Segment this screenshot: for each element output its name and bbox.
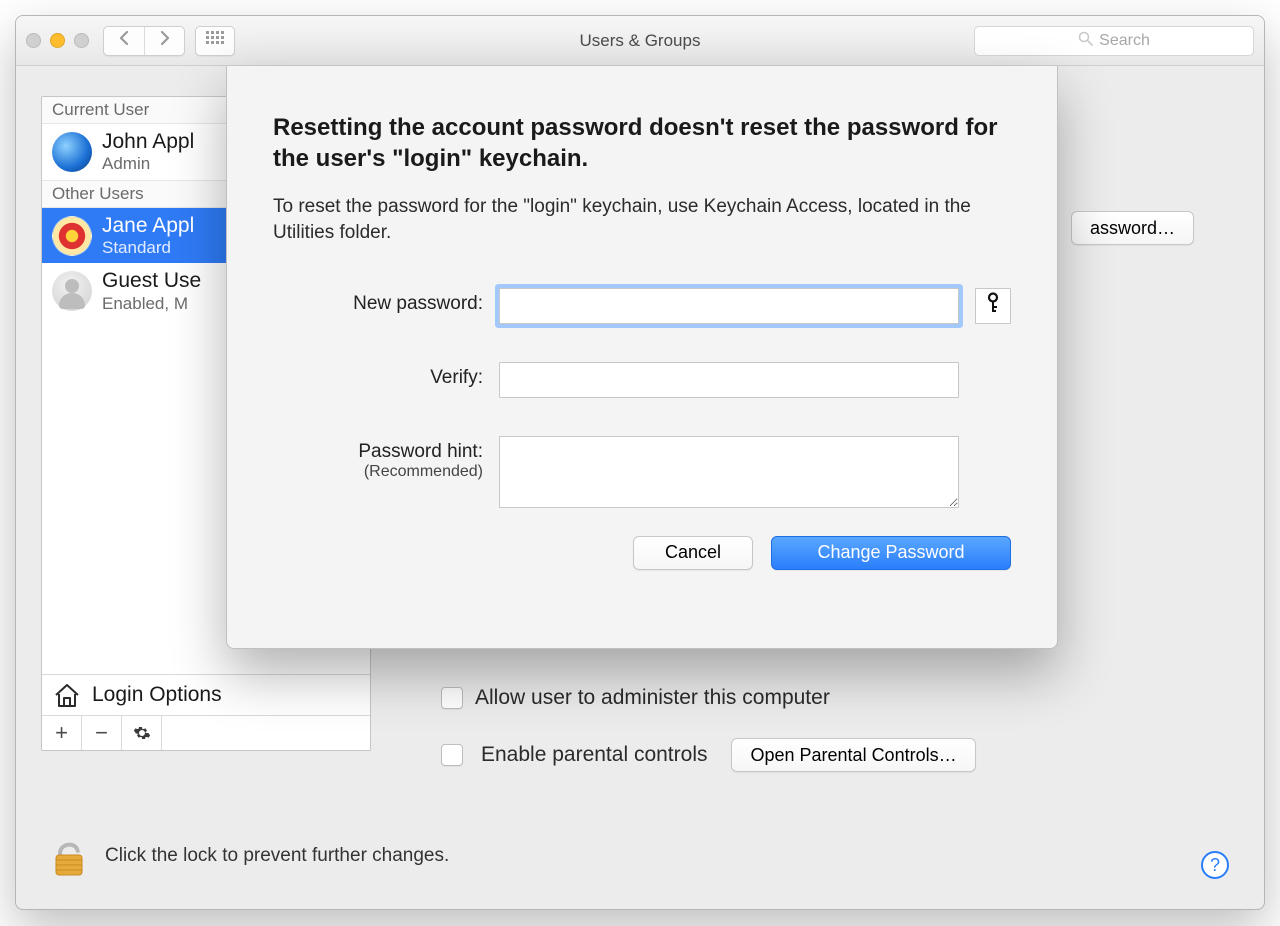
search-placeholder: Search <box>1099 32 1150 50</box>
user-name: Guest Use <box>102 269 201 293</box>
minimize-window-button[interactable] <box>50 33 65 48</box>
parental-checkbox[interactable] <box>441 744 463 766</box>
search-icon <box>1078 31 1093 51</box>
avatar-icon <box>52 132 92 172</box>
reset-password-sheet: Resetting the account password doesn't r… <box>226 66 1058 649</box>
chevron-right-icon <box>159 30 171 51</box>
user-role: Standard <box>102 238 194 258</box>
grid-icon <box>206 31 224 50</box>
user-actions-menu[interactable] <box>122 716 162 750</box>
cancel-button-label: Cancel <box>665 542 721 563</box>
titlebar: Users & Groups Search <box>16 16 1264 66</box>
zoom-window-button[interactable] <box>74 33 89 48</box>
nav-back-forward <box>103 26 185 56</box>
cancel-button[interactable]: Cancel <box>633 536 753 570</box>
close-window-button[interactable] <box>26 33 41 48</box>
sheet-heading: Resetting the account password doesn't r… <box>273 112 1011 174</box>
login-options-label: Login Options <box>92 683 222 707</box>
new-password-label: New password: <box>273 288 483 315</box>
chevron-left-icon <box>118 30 130 51</box>
remove-user-button[interactable]: − <box>82 716 122 750</box>
user-role: Admin <box>102 154 194 174</box>
new-password-input[interactable] <box>499 288 959 324</box>
reset-password-label: assword… <box>1090 218 1175 239</box>
help-icon: ? <box>1210 855 1220 876</box>
change-password-button[interactable]: Change Password <box>771 536 1011 570</box>
parental-checkbox-label: Enable parental controls <box>481 743 707 767</box>
admin-checkbox[interactable] <box>441 687 463 709</box>
user-name: Jane Appl <box>102 214 194 238</box>
verify-password-label: Verify: <box>273 362 483 389</box>
change-password-button-label: Change Password <box>817 542 964 563</box>
password-hint-input[interactable] <box>499 436 959 508</box>
new-password-row: New password: <box>273 288 1011 324</box>
lock-icon[interactable] <box>51 833 87 879</box>
parental-controls-row: Enable parental controls Open Parental C… <box>441 738 1194 772</box>
avatar-icon <box>52 271 92 311</box>
admin-checkbox-row: Allow user to administer this computer <box>441 686 1194 710</box>
avatar-icon <box>52 216 92 256</box>
login-options-row[interactable]: Login Options <box>42 674 370 715</box>
user-role: Enabled, M <box>102 294 201 314</box>
help-button[interactable]: ? <box>1201 851 1229 879</box>
search-field[interactable]: Search <box>974 26 1254 56</box>
password-assistant-button[interactable] <box>975 288 1011 324</box>
sheet-actions: Cancel Change Password <box>273 536 1011 570</box>
gear-icon <box>133 724 151 742</box>
lock-row: Click the lock to prevent further change… <box>51 833 1229 879</box>
verify-password-row: Verify: <box>273 362 1011 398</box>
home-icon <box>52 681 82 709</box>
verify-password-input[interactable] <box>499 362 959 398</box>
sidebar-bottom-bar: + − <box>42 715 370 750</box>
sheet-description: To reset the password for the "login" ke… <box>273 194 1011 245</box>
password-hint-label: Password hint: (Recommended) <box>273 436 483 481</box>
preferences-window: Users & Groups Search Current User John … <box>15 15 1265 910</box>
traffic-lights <box>26 33 89 48</box>
admin-checkbox-label: Allow user to administer this computer <box>475 686 830 710</box>
show-all-button[interactable] <box>195 26 235 56</box>
key-icon <box>985 292 1001 319</box>
open-parental-controls-button[interactable]: Open Parental Controls… <box>731 738 975 772</box>
password-hint-recommended: (Recommended) <box>273 463 483 481</box>
open-parental-controls-label: Open Parental Controls… <box>750 745 956 766</box>
back-button[interactable] <box>104 27 144 55</box>
password-hint-row: Password hint: (Recommended) <box>273 436 1011 508</box>
reset-password-button[interactable]: assword… <box>1071 211 1194 245</box>
lock-text: Click the lock to prevent further change… <box>105 845 449 867</box>
add-user-button[interactable]: + <box>42 716 82 750</box>
forward-button[interactable] <box>144 27 184 55</box>
password-hint-label-text: Password hint: <box>358 441 483 462</box>
user-name: John Appl <box>102 130 194 154</box>
